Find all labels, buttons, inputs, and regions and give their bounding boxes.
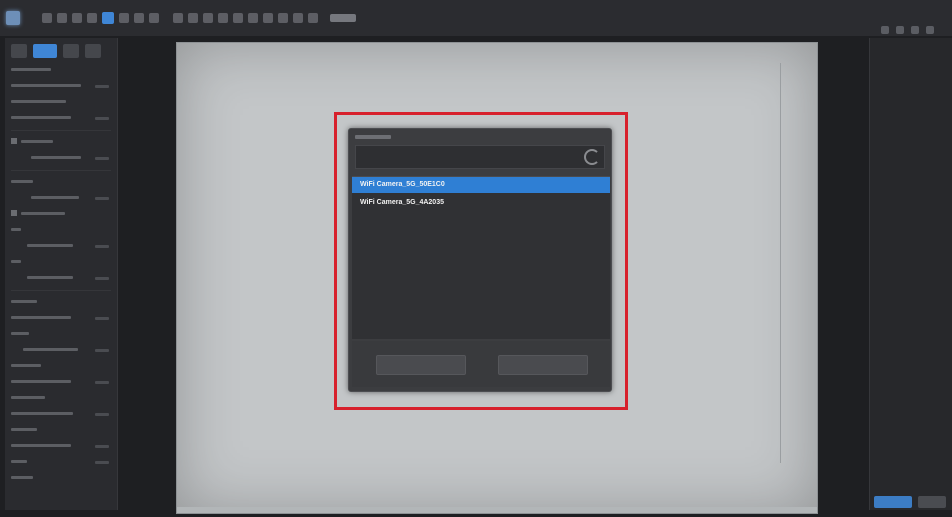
setting-row[interactable]: [11, 79, 111, 94]
setting-row[interactable]: [11, 343, 111, 358]
setting-row[interactable]: [11, 239, 111, 254]
toolbar-icon-active[interactable]: [102, 12, 114, 24]
dialog-title: [355, 135, 391, 139]
left-tab-1[interactable]: [11, 44, 27, 58]
setting-row[interactable]: [11, 271, 111, 286]
left-panel-tabs: [5, 38, 117, 62]
toolbar-icon-12[interactable]: [218, 13, 228, 23]
left-tab-4[interactable]: [85, 44, 101, 58]
setting-row[interactable]: [11, 95, 111, 110]
toolbar-icon-14[interactable]: [248, 13, 258, 23]
device-search-field[interactable]: [355, 145, 605, 169]
toolbar-right-icon-1[interactable]: [881, 26, 889, 34]
device-list-item-selected[interactable]: WiFi Camera_5G_50E1C0: [352, 177, 610, 193]
setting-row[interactable]: [11, 455, 111, 470]
setting-row[interactable]: [11, 423, 111, 438]
canvas-bottom-bar: [177, 507, 817, 513]
toolbar-right-icon-2[interactable]: [896, 26, 904, 34]
right-panel-primary-button[interactable]: [874, 496, 912, 508]
toolbar-right-icons: [881, 26, 934, 34]
toolbar-icon-8[interactable]: [149, 13, 159, 23]
left-tab-3[interactable]: [63, 44, 79, 58]
toolbar-icon-18[interactable]: [308, 13, 318, 23]
setting-row[interactable]: [11, 111, 111, 126]
toolbar-icon-17[interactable]: [293, 13, 303, 23]
toolbar-icon-9[interactable]: [173, 13, 183, 23]
setting-row[interactable]: [11, 63, 111, 78]
setting-row[interactable]: [11, 135, 111, 150]
setting-row[interactable]: [11, 175, 111, 190]
toolbar-icon-16[interactable]: [278, 13, 288, 23]
toolbar-right-icon-4[interactable]: [926, 26, 934, 34]
device-list-item[interactable]: WiFi Camera_5G_4A2035: [352, 195, 610, 211]
toolbar-icon-6[interactable]: [119, 13, 129, 23]
canvas-guide-line: [780, 63, 781, 463]
setting-row[interactable]: [11, 439, 111, 454]
divider: [11, 290, 111, 291]
left-settings-panel: [5, 38, 118, 510]
divider: [11, 130, 111, 131]
setting-row[interactable]: [11, 375, 111, 390]
toolbar-icon-10[interactable]: [188, 13, 198, 23]
setting-row[interactable]: [11, 223, 111, 238]
toolbar-icon-11[interactable]: [203, 13, 213, 23]
setting-row[interactable]: [11, 255, 111, 270]
setting-row[interactable]: [11, 327, 111, 342]
toolbar-right-icon-3[interactable]: [911, 26, 919, 34]
dialog-footer: [352, 341, 610, 387]
device-select-dialog: WiFi Camera_5G_50E1C0 WiFi Camera_5G_4A2…: [348, 128, 612, 392]
right-panel-secondary-button[interactable]: [918, 496, 946, 508]
toolbar-icon-1[interactable]: [42, 13, 52, 23]
setting-row[interactable]: [11, 471, 111, 486]
main-toolbar: [0, 0, 952, 36]
divider: [11, 170, 111, 171]
device-list: WiFi Camera_5G_50E1C0 WiFi Camera_5G_4A2…: [352, 176, 610, 339]
toolbar-icon-13[interactable]: [233, 13, 243, 23]
setting-row[interactable]: [11, 207, 111, 222]
app-logo-icon[interactable]: [6, 11, 20, 25]
left-tab-active[interactable]: [33, 44, 57, 58]
setting-row[interactable]: [11, 151, 111, 166]
toolbar-icon-15[interactable]: [263, 13, 273, 23]
setting-row[interactable]: [11, 391, 111, 406]
setting-row[interactable]: [11, 311, 111, 326]
toolbar-icon-2[interactable]: [57, 13, 67, 23]
right-panel: [869, 38, 952, 510]
refresh-icon[interactable]: [584, 149, 600, 165]
toolbar-wide-control[interactable]: [330, 14, 356, 22]
setting-row[interactable]: [11, 295, 111, 310]
dialog-cancel-button[interactable]: [498, 355, 588, 375]
setting-row[interactable]: [11, 407, 111, 422]
setting-row[interactable]: [11, 359, 111, 374]
dialog-ok-button[interactable]: [376, 355, 466, 375]
setting-row[interactable]: [11, 191, 111, 206]
toolbar-icon-4[interactable]: [87, 13, 97, 23]
toolbar-icon-3[interactable]: [72, 13, 82, 23]
toolbar-icon-7[interactable]: [134, 13, 144, 23]
